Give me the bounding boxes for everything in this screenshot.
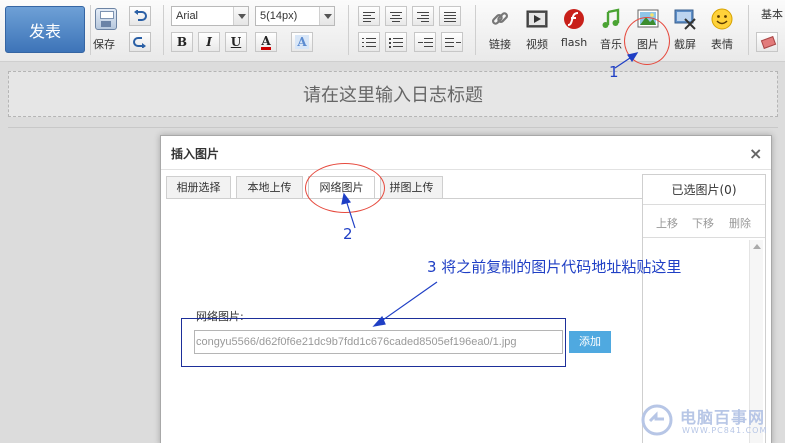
annotation-ring-image <box>624 17 670 65</box>
outdent-button[interactable] <box>414 32 436 52</box>
music-icon <box>602 8 620 28</box>
font-size-select[interactable]: 5(14px) <box>255 6 335 26</box>
underline-button[interactable]: U <box>225 32 247 52</box>
tab-collage-upload[interactable]: 拼图上传 <box>380 176 443 199</box>
move-down-button[interactable]: 下移 <box>692 215 714 231</box>
toolbar-divider <box>748 5 749 55</box>
annotation-step-3: 3 将之前复制的图片代码地址粘贴这里 <box>427 258 682 276</box>
save-icon <box>95 8 117 30</box>
eraser-icon[interactable] <box>756 32 778 52</box>
redo-button[interactable] <box>129 32 151 52</box>
align-center-button[interactable] <box>385 6 407 26</box>
toolbar-divider <box>348 5 349 55</box>
annotation-step-2: 2 <box>343 225 353 243</box>
underline-icon: U <box>230 35 242 49</box>
screenshot-button[interactable]: 截屏 <box>665 6 705 52</box>
annotation-highlight-box <box>181 318 566 367</box>
italic-icon: I <box>206 35 212 49</box>
dialog-header-divider <box>161 169 771 170</box>
screenshot-icon <box>674 9 696 30</box>
indent-button[interactable] <box>441 32 463 52</box>
font-family-value: Arial <box>176 10 199 22</box>
undo-button[interactable] <box>129 6 151 26</box>
toolbar-divider <box>90 5 91 55</box>
selected-images-title: 已选图片(0) <box>643 175 765 205</box>
annotation-ring-tab <box>305 163 385 213</box>
font-family-select[interactable]: Arial <box>171 6 249 26</box>
insert-emoticon-button[interactable]: 表情 <box>702 6 742 52</box>
screenshot-label: 截屏 <box>674 38 696 51</box>
basic-mode-label[interactable]: 基本 <box>761 6 783 22</box>
font-color-button[interactable]: A <box>255 32 277 52</box>
emoticon-icon <box>711 8 733 30</box>
watermark-url: WWW.PC841.COM <box>682 426 768 435</box>
annotation-step-1: 1 <box>609 63 619 81</box>
toolbar-divider <box>475 5 476 55</box>
bold-button[interactable]: B <box>171 32 193 52</box>
delete-button[interactable]: 删除 <box>729 215 751 231</box>
watermark-text: 电脑百事网 <box>680 408 766 427</box>
font-color-icon: A <box>261 33 271 50</box>
align-left-button[interactable] <box>358 6 380 26</box>
insert-flash-button[interactable]: flash <box>554 6 594 52</box>
insert-link-button[interactable]: 链接 <box>480 6 520 52</box>
video-label: 视频 <box>526 38 548 51</box>
flash-label: flash <box>560 36 588 49</box>
insert-image-dialog: 插入图片 × 相册选择 本地上传 网络图片 拼图上传 网络图片: congyu5… <box>160 135 772 443</box>
title-divider <box>8 127 778 128</box>
save-label: 保存 <box>93 38 115 51</box>
unordered-list-button[interactable] <box>385 32 407 52</box>
video-icon <box>526 10 548 28</box>
add-image-button[interactable]: 添加 <box>569 331 611 353</box>
undo-icon <box>134 10 147 21</box>
tabs-divider <box>166 198 642 199</box>
bold-icon: B <box>176 35 188 49</box>
close-icon[interactable]: × <box>749 144 762 163</box>
chevron-down-icon <box>319 7 334 25</box>
italic-button[interactable]: I <box>198 32 220 52</box>
watermark-logo-icon <box>641 404 673 436</box>
align-right-button[interactable] <box>412 6 434 26</box>
font-size-value: 5(14px) <box>260 10 298 22</box>
link-label: 链接 <box>489 38 511 51</box>
tab-album-select[interactable]: 相册选择 <box>166 176 231 199</box>
insert-video-button[interactable]: 视频 <box>517 6 557 52</box>
highlight-icon: A <box>295 35 309 49</box>
move-up-button[interactable]: 上移 <box>656 215 678 231</box>
emoticon-label: 表情 <box>711 38 733 51</box>
ordered-list-button[interactable] <box>358 32 380 52</box>
justify-button[interactable] <box>439 6 461 26</box>
tab-local-upload[interactable]: 本地上传 <box>236 176 303 199</box>
publish-button[interactable]: 发表 <box>5 6 85 53</box>
highlight-button[interactable]: A <box>291 32 313 52</box>
dialog-title: 插入图片 <box>171 147 220 161</box>
link-icon <box>491 12 509 25</box>
toolbar-divider <box>163 5 164 55</box>
flash-icon <box>564 9 584 29</box>
redo-icon <box>133 37 146 48</box>
post-title-input[interactable]: 请在这里输入日志标题 <box>8 71 778 117</box>
chevron-down-icon <box>233 7 248 25</box>
